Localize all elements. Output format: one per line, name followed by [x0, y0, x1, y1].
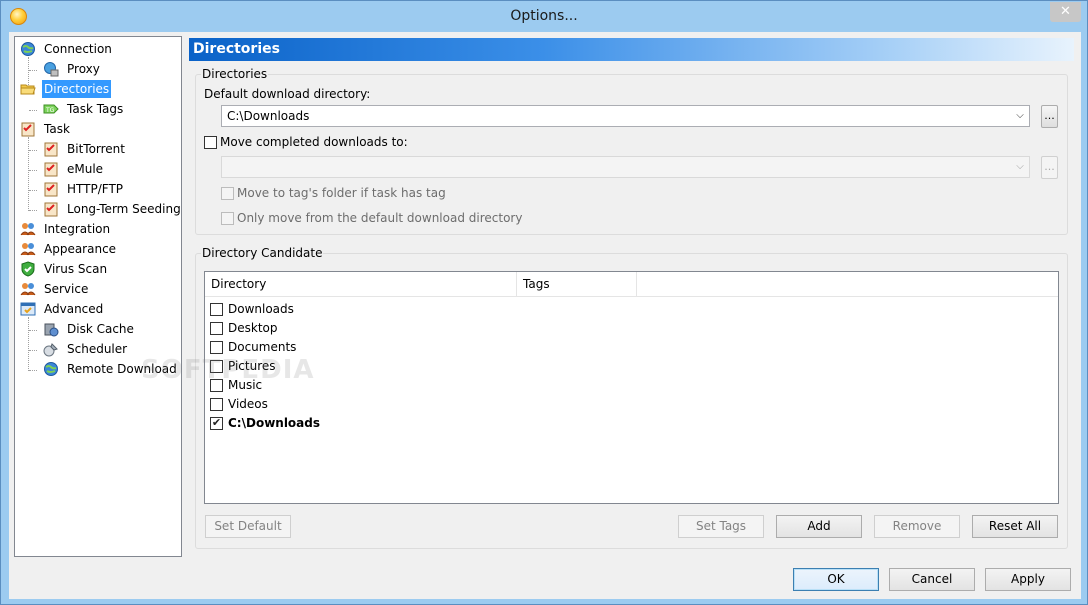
disk-icon: [44, 323, 59, 337]
users-icon: [20, 243, 36, 256]
tree-item-label: Integration: [44, 222, 111, 236]
tag-icon: TG: [43, 104, 59, 114]
default-dir-label: Default download directory:: [204, 87, 371, 101]
tree-item-label: Disk Cache: [67, 322, 134, 336]
column-header-tags[interactable]: Tags: [517, 272, 637, 297]
globe-icon: [44, 362, 58, 376]
row-directory: Downloads: [228, 302, 294, 316]
tree-connector: [29, 150, 37, 151]
row-checkbox[interactable]: [210, 398, 223, 411]
chevron-down-icon: ⌵: [1016, 161, 1024, 172]
tree-item-label: Connection: [44, 42, 112, 56]
checklist-icon: [44, 202, 58, 217]
watermark: SOFTPEDIA: [141, 355, 315, 385]
move-completed-label: Move completed downloads to:: [220, 135, 408, 149]
move-tag-folder-checkbox[interactable]: [221, 187, 234, 200]
row-checkbox[interactable]: [210, 322, 223, 335]
shield-icon: [21, 261, 35, 277]
only-move-default-label: Only move from the default download dire…: [237, 211, 523, 225]
browse-move-dir-button[interactable]: ...: [1041, 156, 1058, 179]
apply-button[interactable]: Apply: [985, 568, 1071, 591]
folder-icon: [20, 84, 36, 95]
users-icon: [20, 283, 36, 296]
directories-group-title: Directories: [201, 67, 269, 81]
tree-item-label: HTTP/FTP: [67, 182, 124, 196]
tree-item-label: Task Tags: [67, 102, 124, 116]
checklist-icon: [44, 162, 58, 177]
tree-connector: [29, 190, 37, 191]
options-tree: Connection Proxy Directories TG Task Tag…: [14, 36, 182, 557]
only-move-default-checkbox[interactable]: [221, 212, 234, 225]
advanced-icon: [20, 302, 36, 316]
title-bar[interactable]: Options... ✕: [1, 1, 1087, 33]
default-dir-value: C:\Downloads: [227, 109, 310, 123]
tree-item-label: Appearance: [44, 242, 117, 256]
tree-item-label: eMule: [67, 162, 104, 176]
ok-button[interactable]: OK: [793, 568, 879, 591]
row-directory: Videos: [228, 397, 268, 411]
close-button[interactable]: ✕: [1050, 2, 1081, 22]
chevron-down-icon: ⌵: [1016, 110, 1024, 121]
options-window: Options... ✕ Connection Proxy Directorie…: [0, 0, 1088, 605]
tree-item-label: Proxy: [67, 62, 100, 76]
panel-title: Directories: [193, 41, 280, 57]
cancel-button[interactable]: Cancel: [889, 568, 975, 591]
row-checkbox[interactable]: [210, 341, 223, 354]
default-dir-combo[interactable]: C:\Downloads ⌵: [221, 105, 1030, 127]
move-completed-checkbox[interactable]: [204, 136, 217, 149]
tree-item-label: Scheduler: [67, 342, 128, 356]
tree-connector: [28, 317, 29, 371]
svg-text:TG: TG: [45, 107, 55, 114]
set-tags-button[interactable]: Set Tags: [678, 515, 764, 538]
tree-connector: [28, 137, 29, 211]
tree-item-label: Virus Scan: [44, 262, 108, 276]
browse-default-dir-button[interactable]: ...: [1041, 105, 1058, 128]
network-icon: [44, 62, 59, 77]
move-tag-folder-label: Move to tag's folder if task has tag: [237, 186, 446, 200]
directory-candidate-list[interactable]: Directory Tags Downloads Desktop Documen…: [204, 271, 1059, 504]
tree-connector: [29, 210, 37, 211]
remove-button[interactable]: Remove: [874, 515, 960, 538]
row-directory: Desktop: [228, 321, 278, 335]
list-header: Directory Tags: [205, 272, 1058, 297]
move-completed-combo[interactable]: ⌵: [221, 156, 1030, 178]
tree-connector: [29, 70, 37, 71]
add-button[interactable]: Add: [776, 515, 862, 538]
scheduler-icon: [43, 343, 58, 357]
tree-connector: [29, 350, 37, 351]
row-checkbox[interactable]: [210, 417, 223, 430]
tree-item-label: Service: [44, 282, 89, 296]
users-icon: [20, 223, 36, 236]
tree-connector: [29, 110, 37, 111]
reset-all-button[interactable]: Reset All: [972, 515, 1058, 538]
tree-connector: [29, 330, 37, 331]
checklist-icon: [44, 142, 58, 157]
globe-icon: [21, 42, 35, 56]
directory-candidate-title: Directory Candidate: [201, 246, 324, 260]
tree-item-label: Long-Term Seeding: [67, 202, 181, 216]
tree-connector: [29, 370, 37, 371]
checklist-icon: [21, 122, 35, 137]
tree-item-label: Task: [44, 122, 70, 136]
row-checkbox[interactable]: [210, 303, 223, 316]
tree-item-label: Advanced: [44, 302, 104, 316]
set-default-button[interactable]: Set Default: [205, 515, 291, 538]
column-header-directory[interactable]: Directory: [205, 272, 517, 297]
tree-item-label: BitTorrent: [67, 142, 125, 156]
tree-connector: [29, 170, 37, 171]
tree-item-label: Directories: [42, 80, 112, 98]
row-directory: C:\Downloads: [228, 416, 321, 430]
panel-header: Directories: [189, 38, 1074, 61]
checklist-icon: [44, 182, 58, 197]
row-directory: Documents: [228, 340, 297, 354]
window-title: Options...: [510, 8, 578, 24]
options-client-area: Connection Proxy Directories TG Task Tag…: [9, 32, 1081, 599]
